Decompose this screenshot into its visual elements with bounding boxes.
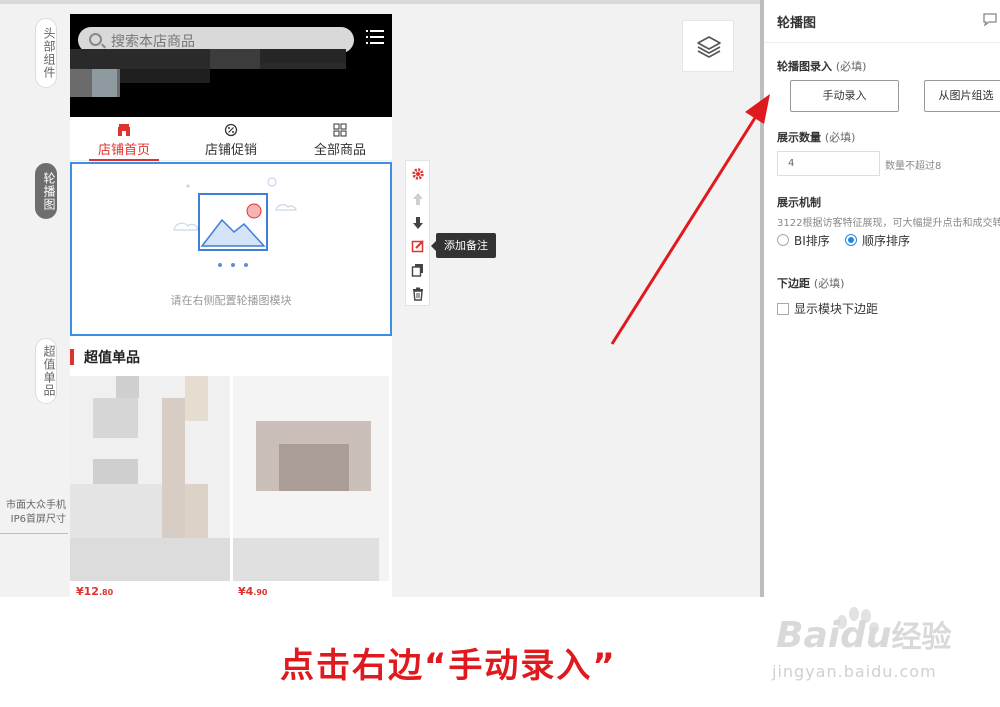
first-screen-line [0, 533, 68, 534]
delete-icon[interactable] [411, 287, 425, 301]
copy-icon[interactable] [411, 263, 425, 277]
tab-all-products[interactable]: 全部商品 [292, 117, 388, 161]
tab-shop-home-label: 店铺首页 [97, 143, 150, 158]
carousel-empty-hint: 请在右侧配置轮播图模块 [170, 294, 292, 307]
sidebar-tab-carousel[interactable]: 轮播图 [35, 163, 57, 219]
list-menu-icon[interactable] [366, 28, 384, 46]
promo-icon [224, 123, 238, 137]
shop-icon [118, 124, 130, 136]
tab-shop-promo[interactable]: 店铺促销 [186, 117, 276, 161]
panel-header-divider [764, 42, 1000, 43]
settings-icon[interactable] [411, 167, 425, 181]
display-count-label: 展示数量 (必填) [777, 131, 856, 144]
search-icon [89, 33, 102, 46]
grid-icon [333, 123, 347, 137]
show-bottom-margin-checkbox[interactable] [777, 303, 789, 315]
edit-note-icon[interactable] [411, 239, 425, 253]
move-down-icon[interactable] [411, 216, 425, 230]
shop-header[interactable]: 搜索本店商品 [70, 14, 392, 117]
radio-bi-sort[interactable] [777, 234, 789, 246]
add-note-tooltip: 添加备注 [431, 233, 496, 258]
layers-icon [697, 36, 721, 58]
move-up-icon[interactable] [411, 192, 425, 206]
radio-sequential-sort-label: 顺序排序 [862, 234, 911, 248]
screenshot-stage: 头部组件 轮播图 超值单品 市面大众手机 IP6首屏尺寸 搜索本店商品 店铺首页… [0, 0, 1000, 707]
value-items-title: 超值单品 [70, 344, 392, 374]
select-from-image-group-button[interactable]: 从图片组选 [924, 80, 1000, 112]
radio-sequential-sort[interactable] [845, 234, 857, 246]
tab-shop-promo-label: 店铺促销 [204, 143, 257, 158]
manual-entry-button[interactable]: 手动录入 [790, 80, 899, 112]
layers-button[interactable] [682, 20, 734, 72]
show-bottom-margin-label: 显示模块下边距 [794, 302, 879, 316]
display-count-hint: 数量不超过8 [885, 161, 942, 172]
carousel-entry-label: 轮播图录入 (必填) [777, 60, 867, 73]
tab-shop-home[interactable]: 店铺首页 [80, 117, 168, 161]
phone-preview: 搜索本店商品 店铺首页 店铺促销 全部商品 请在右侧配置轮播图模块 超值单品 ¥… [70, 14, 392, 597]
watermark-brand: Baidu经验 [776, 615, 952, 656]
bottom-margin-label: 下边距 (必填) [777, 277, 845, 290]
panel-title: 轮播图 [777, 16, 817, 31]
display-mechanism-label: 展示机制 [777, 196, 821, 209]
shop-nav: 店铺首页 店铺促销 全部商品 [70, 117, 392, 161]
sidebar-tab-value-items[interactable]: 超值单品 [35, 338, 57, 404]
instruction-caption: 点击右边“手动录入” [280, 646, 617, 686]
tab-all-products-label: 全部商品 [313, 143, 366, 158]
search-placeholder: 搜索本店商品 [111, 34, 195, 50]
carousel-module[interactable]: 请在右侧配置轮播图模块 [70, 162, 392, 336]
section-title-text: 超值单品 [84, 350, 140, 366]
feedback-icon[interactable] [982, 12, 998, 26]
display-mechanism-description: 3122根据访客特征展现，可大幅提升点击和成交转 [777, 218, 1000, 229]
display-count-input[interactable]: 4 [777, 151, 880, 176]
watermark-url: jingyan.baidu.com [772, 662, 937, 681]
config-panel: 轮播图 轮播图录入 (必填) 手动录入 从图片组选 展示数量 (必填) 4 数量… [764, 0, 1000, 597]
product-1-price: ¥12.80 [76, 585, 114, 597]
first-screen-size-note: 市面大众手机 IP6首屏尺寸 [0, 499, 66, 527]
section-title-bar [70, 349, 74, 365]
radio-bi-sort-label: BI排序 [794, 234, 830, 248]
screen-note-text: 市面大众手机 IP6首屏尺寸 [6, 500, 66, 525]
module-toolbar [405, 160, 430, 306]
sidebar-tab-header-component[interactable]: 头部组件 [35, 18, 57, 88]
carousel-placeholder-illustration-icon [173, 177, 297, 267]
product-2-price: ¥4.90 [238, 585, 268, 597]
